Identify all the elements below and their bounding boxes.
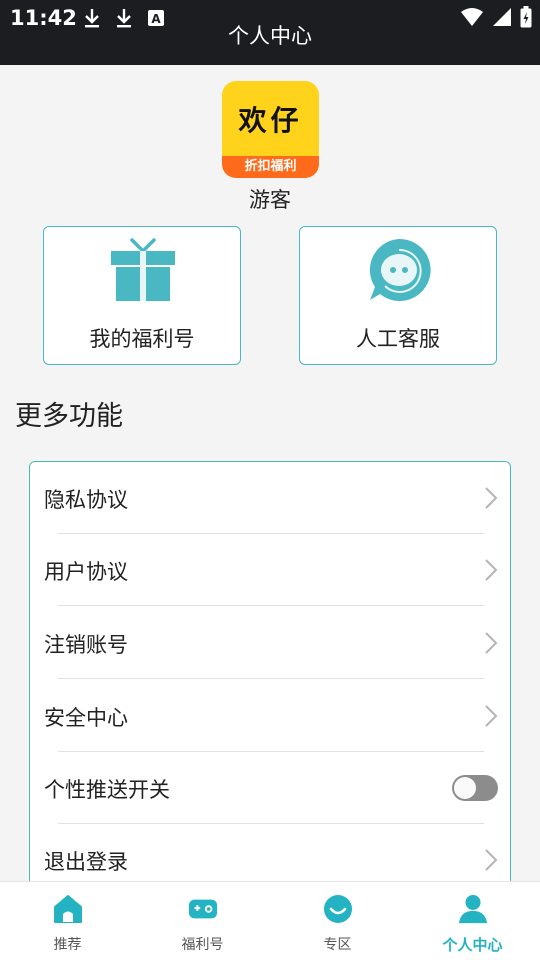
more-functions-menu: 隐私协议 用户协议 注销账号 安全中心 个性推送开关 退出登录 [29,461,511,901]
chevron-right-icon [485,487,498,509]
chevron-right-icon [485,559,498,581]
tab-label: 专区 [323,937,352,953]
smile-icon [323,894,353,924]
chevron-right-icon [485,705,498,727]
menu-divider [58,678,484,679]
menu-item-label: 隐私协议 [44,488,128,512]
menu-item-delete-account[interactable]: 注销账号 [30,607,510,679]
my-welfare-card[interactable]: 我的福利号 [43,226,241,365]
menu-item-label: 注销账号 [44,633,128,657]
home-icon [53,894,83,924]
menu-item-security-center[interactable]: 安全中心 [30,680,510,752]
avatar-logo-text: 欢仔 [238,103,303,137]
customer-service-card[interactable]: 人工客服 [299,226,497,365]
tab-recommend[interactable]: 推荐 [0,882,135,960]
menu-item-label: 用户协议 [44,560,128,584]
status-bar: 11:42 A 个人中心 [0,0,540,65]
avatar[interactable]: 欢仔 折扣福利 [222,81,319,178]
customer-service-label: 人工客服 [356,327,440,351]
gift-icon [110,237,176,303]
tab-label: 推荐 [53,937,82,953]
tab-label: 福利号 [181,937,224,953]
menu-item-privacy-policy[interactable]: 隐私协议 [30,462,510,534]
chat-bubble-icon [366,237,432,303]
menu-item-label: 安全中心 [44,706,128,730]
tab-profile[interactable]: 个人中心 [405,882,540,960]
page-title: 个人中心 [228,24,312,48]
menu-item-label: 退出登录 [44,850,128,874]
tab-welfare[interactable]: 福利号 [135,882,270,960]
push-notification-toggle[interactable] [452,775,498,801]
menu-item-push-toggle: 个性推送开关 [30,752,510,824]
tab-label: 个人中心 [442,936,503,954]
menu-item-user-agreement[interactable]: 用户协议 [30,534,510,606]
bottom-tab-bar: 推荐 福利号 专区 个人中心 [0,881,540,960]
my-welfare-label: 我的福利号 [89,327,195,351]
person-icon [458,894,488,924]
menu-item-label: 个性推送开关 [44,778,170,802]
tab-zone[interactable]: 专区 [270,882,405,960]
username[interactable]: 游客 [0,184,540,214]
toggle-knob [454,777,476,799]
avatar-banner: 折扣福利 [222,156,319,178]
chevron-right-icon [485,849,498,871]
chevron-right-icon [485,632,498,654]
gamepad-icon [188,894,218,924]
more-functions-title: 更多功能 [15,401,123,432]
menu-divider [58,605,484,606]
